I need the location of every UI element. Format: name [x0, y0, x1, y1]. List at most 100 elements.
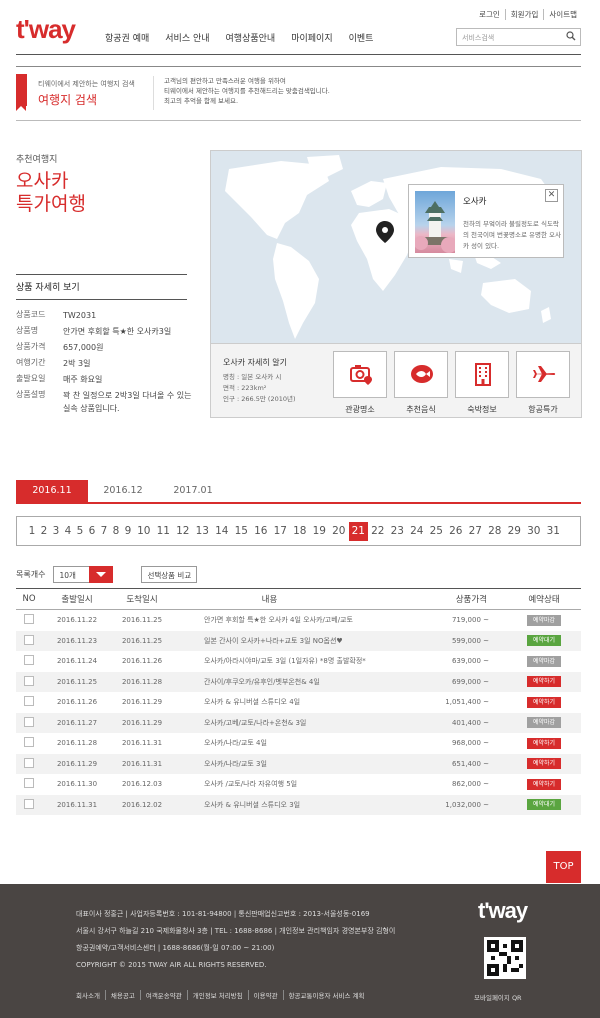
status-badge[interactable]: 예약하기 [527, 676, 561, 688]
row-checkbox[interactable] [16, 757, 42, 770]
row-checkbox[interactable] [16, 655, 42, 667]
row-checkbox[interactable] [16, 614, 42, 626]
row-checkbox[interactable] [16, 675, 42, 688]
row-checkbox[interactable] [16, 634, 42, 647]
table-row[interactable]: 2016.11.25 2016.11.28 간사이/후쿠오카/유후인/벳부온천& 4… [16, 671, 581, 692]
status-badge[interactable]: 예약하기 [527, 778, 561, 790]
compare-button[interactable]: 선택상품 비교 [141, 566, 198, 583]
category-sightseeing-button[interactable] [333, 351, 387, 398]
day-option[interactable]: 5 [74, 522, 86, 541]
product-content[interactable]: 오사카 & 유니버셜 스튜디오 4일 [172, 697, 367, 707]
table-row[interactable]: 2016.11.23 2016.11.25 일본 간사이 오사카+나라+교토 3일 … [16, 630, 581, 651]
day-option[interactable]: 20 [329, 522, 349, 541]
tab-month[interactable]: 2017.01 [158, 480, 228, 502]
table-row[interactable]: 2016.11.24 2016.11.26 오사카/아라시야마/교토 3일 (1일자… [16, 651, 581, 672]
day-option[interactable]: 7 [98, 522, 110, 541]
table-row[interactable]: 2016.11.29 2016.11.31 오사카/나라/교토 3일 651,400 … [16, 753, 581, 774]
checkbox[interactable] [24, 634, 34, 645]
status-badge[interactable]: 예약하기 [527, 737, 561, 749]
day-option[interactable]: 21 [348, 521, 368, 541]
day-option[interactable]: 13 [193, 522, 213, 541]
tab-month[interactable]: 2016.11 [16, 480, 88, 502]
product-content[interactable]: 오사카/나라/교토 3일 [172, 759, 367, 769]
table-row[interactable]: 2016.11.31 2016.12.02 오사카 & 유니버셜 스튜디오 3일 1,… [16, 794, 581, 815]
checkbox[interactable] [24, 737, 34, 748]
signup-link[interactable]: 회원가입 [504, 9, 544, 20]
sitemap-link[interactable]: 사이트맵 [543, 9, 582, 20]
checkbox[interactable] [24, 655, 34, 666]
row-checkbox[interactable] [16, 696, 42, 708]
product-content[interactable]: 안가면 후회할 특★한 오사카 4일 오사카/고베/교토 [172, 615, 367, 625]
search-input[interactable]: 서비스검색 [456, 28, 581, 46]
table-row[interactable]: 2016.11.26 2016.11.29 오사카 & 유니버셜 스튜디오 4일 1,… [16, 692, 581, 713]
nav-service-info[interactable]: 서비스 안내 [165, 31, 209, 44]
login-link[interactable]: 로그인 [474, 9, 505, 20]
category-lodging-button[interactable] [455, 351, 509, 398]
day-option[interactable]: 28 [485, 522, 505, 541]
day-option[interactable]: 8 [110, 522, 122, 541]
product-content[interactable]: 간사이/후쿠오카/유후인/벳부온천& 4일 [172, 677, 367, 687]
nav-ticket-booking[interactable]: 항공권 예매 [105, 31, 149, 44]
day-option[interactable]: 10 [134, 522, 154, 541]
product-content[interactable]: 오사카/아라시야마/교토 3일 (1일자유) *8명 출발확정* [172, 656, 367, 666]
tway-logo[interactable]: t'way [16, 14, 76, 45]
table-row[interactable]: 2016.11.22 2016.11.25 안가면 후회할 특★한 오사카 4일 오… [16, 610, 581, 631]
day-option[interactable]: 18 [290, 522, 310, 541]
day-option[interactable]: 31 [544, 522, 564, 541]
product-content[interactable]: 오사카 & 유니버셜 스튜디오 3일 [172, 800, 367, 810]
nav-events[interactable]: 이벤트 [349, 31, 374, 44]
day-option[interactable]: 19 [310, 522, 330, 541]
day-option[interactable]: 11 [154, 522, 174, 541]
table-row[interactable]: 2016.11.30 2016.12.03 오사카 /교토/나라 자유여행 5일 86… [16, 774, 581, 795]
day-option[interactable]: 24 [407, 522, 427, 541]
product-content[interactable]: 오사카/고베/교토/나라+온천& 3일 [172, 718, 367, 728]
search-icon[interactable] [566, 31, 576, 41]
checkbox[interactable] [24, 757, 34, 768]
checkbox[interactable] [24, 675, 34, 686]
product-content[interactable]: 일본 간사이 오사카+나라+교토 3일 NO옵션♥ [172, 636, 367, 646]
chevron-down-icon[interactable] [89, 566, 114, 583]
product-content[interactable]: 오사카 /교토/나라 자유여행 5일 [172, 779, 367, 789]
day-option[interactable]: 6 [86, 522, 98, 541]
nav-mypage[interactable]: 마이페이지 [291, 31, 332, 44]
footer-link[interactable]: 항공교통이용자 서비스 계획 [282, 990, 370, 1000]
day-option[interactable]: 4 [62, 522, 74, 541]
row-checkbox[interactable] [16, 798, 42, 811]
checkbox[interactable] [24, 696, 34, 707]
footer-link[interactable]: 여객운송약관 [139, 990, 187, 1000]
tab-month[interactable]: 2016.12 [88, 480, 158, 502]
day-option[interactable]: 26 [446, 522, 466, 541]
day-option[interactable]: 3 [50, 522, 62, 541]
table-row[interactable]: 2016.11.27 2016.11.29 오사카/고베/교토/나라+온천& 3일 4… [16, 712, 581, 733]
day-option[interactable]: 12 [173, 522, 193, 541]
day-option[interactable]: 16 [251, 522, 271, 541]
checkbox[interactable] [24, 798, 34, 809]
checkbox[interactable] [24, 716, 34, 727]
day-option[interactable]: 17 [271, 522, 291, 541]
day-option[interactable]: 9 [122, 522, 134, 541]
list-count-select[interactable]: 10개 [53, 566, 114, 583]
nav-travel-products[interactable]: 여행상품안내 [226, 31, 276, 44]
day-option[interactable]: 23 [388, 522, 408, 541]
row-checkbox[interactable] [16, 716, 42, 729]
day-option[interactable]: 30 [524, 522, 544, 541]
day-option[interactable]: 27 [466, 522, 486, 541]
checkbox[interactable] [24, 778, 34, 789]
day-option[interactable]: 2 [38, 522, 50, 541]
checkbox[interactable] [24, 614, 34, 625]
day-option[interactable]: 1 [26, 522, 38, 541]
day-option[interactable]: 14 [212, 522, 232, 541]
day-option[interactable]: 29 [505, 522, 525, 541]
day-option[interactable]: 22 [368, 522, 388, 541]
day-option[interactable]: 15 [232, 522, 252, 541]
category-food-button[interactable] [394, 351, 448, 398]
footer-link[interactable]: 채용공고 [104, 990, 140, 1000]
row-checkbox[interactable] [16, 778, 42, 790]
status-badge[interactable]: 예약하기 [527, 758, 561, 770]
category-airfare-button[interactable] [516, 351, 570, 398]
row-checkbox[interactable] [16, 737, 42, 749]
product-content[interactable]: 오사카/나라/교토 4일 [172, 738, 367, 748]
footer-link[interactable]: 이용약관 [247, 990, 283, 1000]
day-option[interactable]: 25 [427, 522, 447, 541]
close-icon[interactable]: ✕ [545, 189, 558, 202]
